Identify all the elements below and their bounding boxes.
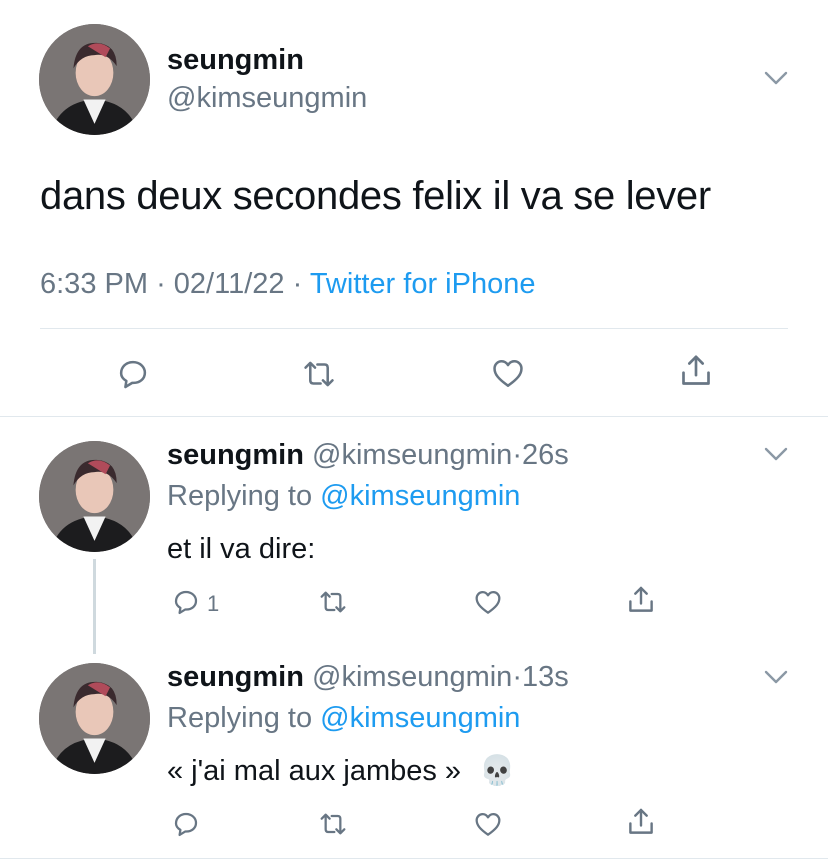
tweet-text: et il va dire: bbox=[167, 533, 316, 565]
section-divider bbox=[0, 416, 828, 417]
reply-header: seungmin @kimseungmin·13s bbox=[167, 661, 569, 694]
replying-to: Replying to @kimseungmin bbox=[167, 480, 520, 513]
tweet-date: 02/11/22 bbox=[173, 268, 285, 300]
author-name[interactable]: seungmin bbox=[167, 439, 304, 471]
replying-to: Replying to @kimseungmin bbox=[167, 702, 520, 735]
comment-icon[interactable] bbox=[114, 355, 152, 393]
chevron-down-icon[interactable] bbox=[764, 71, 788, 85]
author-name[interactable]: seungmin bbox=[167, 661, 304, 693]
reply-age: 26s bbox=[521, 439, 569, 471]
heart-icon[interactable] bbox=[471, 586, 505, 618]
tweet-text: « j'ai mal aux jambes » bbox=[167, 755, 462, 787]
divider bbox=[40, 328, 788, 329]
tweet-text-row: « j'ai mal aux jambes » 💀 bbox=[167, 753, 515, 788]
avatar[interactable] bbox=[39, 663, 150, 774]
author-handle[interactable]: @kimseungmin bbox=[312, 661, 512, 693]
chevron-down-icon[interactable] bbox=[764, 670, 788, 684]
author-handle[interactable]: @kimseungmin bbox=[167, 82, 367, 115]
avatar[interactable] bbox=[39, 24, 150, 135]
thread-connector bbox=[93, 559, 96, 654]
skull-emoji: 💀 bbox=[479, 753, 516, 787]
reply-age: 13s bbox=[521, 661, 569, 693]
heart-icon[interactable] bbox=[488, 354, 528, 392]
tweet-source[interactable]: Twitter for iPhone bbox=[310, 268, 536, 300]
tweet-meta: 6:33 PM · 02/11/22 · Twitter for iPhone bbox=[40, 268, 535, 301]
comment-icon[interactable] bbox=[170, 808, 202, 840]
share-icon[interactable] bbox=[624, 805, 658, 839]
author-name[interactable]: seungmin bbox=[167, 44, 304, 77]
section-divider bbox=[0, 858, 828, 859]
meta-separator: · bbox=[292, 268, 303, 300]
author-handle[interactable]: @kimseungmin bbox=[312, 439, 512, 471]
avatar[interactable] bbox=[39, 441, 150, 552]
replying-to-link[interactable]: @kimseungmin bbox=[320, 480, 520, 512]
share-icon[interactable] bbox=[624, 583, 658, 617]
retweet-icon[interactable] bbox=[299, 355, 339, 393]
tweet-time: 6:33 PM bbox=[40, 268, 148, 300]
heart-icon[interactable] bbox=[471, 808, 505, 840]
tweet-text: dans deux secondes felix il va se lever bbox=[40, 174, 711, 218]
meta-separator: · bbox=[512, 439, 522, 471]
replying-to-link[interactable]: @kimseungmin bbox=[320, 702, 520, 734]
retweet-icon[interactable] bbox=[316, 586, 350, 618]
replying-prefix: Replying to bbox=[167, 480, 313, 512]
meta-separator: · bbox=[156, 268, 166, 300]
retweet-icon[interactable] bbox=[316, 808, 350, 840]
comment-icon[interactable] bbox=[170, 586, 202, 618]
share-icon[interactable] bbox=[676, 351, 716, 391]
meta-separator: · bbox=[512, 661, 522, 693]
reply-count: 1 bbox=[207, 591, 220, 616]
reply-header: seungmin @kimseungmin·26s bbox=[167, 439, 569, 472]
chevron-down-icon[interactable] bbox=[764, 447, 788, 461]
replying-prefix: Replying to bbox=[167, 702, 313, 734]
